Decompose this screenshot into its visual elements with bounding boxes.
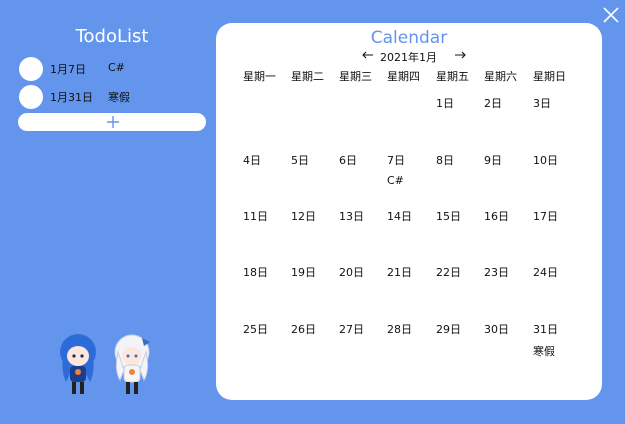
todo-date: 1月7日 [50,63,86,76]
day-number: 4日 [243,154,261,167]
day-number: 9日 [484,154,502,167]
day-number: 3日 [533,97,551,110]
day-number: 23日 [484,266,509,279]
calendar-day-cell[interactable]: 6日 [339,152,383,196]
todo-checkbox[interactable] [19,85,43,109]
weekday-header: 星期三 [339,70,372,83]
day-number: 15日 [436,210,461,223]
calendar-day-cell[interactable]: 23日 [484,264,528,308]
calendar-day-cell[interactable]: 15日 [436,208,480,252]
day-number: 18日 [243,266,268,279]
day-number: 10日 [533,154,558,167]
calendar-day-cell[interactable]: 28日 [387,321,431,365]
add-todo-button[interactable] [18,113,206,131]
calendar-day-cell[interactable]: 4日 [243,152,287,196]
weekday-header: 星期日 [533,70,566,83]
arrow-left-icon[interactable] [361,48,375,62]
calendar-day-cell[interactable]: 10日 [533,152,577,196]
weekday-header: 星期四 [387,70,420,83]
day-number: 7日 [387,154,405,167]
day-number: 22日 [436,266,461,279]
calendar-day-cell[interactable]: 30日 [484,321,528,365]
day-number: 29日 [436,323,461,336]
day-number: 16日 [484,210,509,223]
calendar-day-cell[interactable]: 8日 [436,152,480,196]
day-number: 30日 [484,323,509,336]
day-number: 26日 [291,323,316,336]
calendar-day-cell[interactable]: 22日 [436,264,480,308]
calendar-day-cell[interactable]: 13日 [339,208,383,252]
calendar-title: Calendar [370,28,448,48]
todo-text: C# [108,61,125,74]
arrow-right-icon[interactable] [453,48,467,62]
weekday-header: 星期一 [243,70,276,83]
calendar-day-cell[interactable]: 27日 [339,321,383,365]
calendar-day-cell[interactable]: 26日 [291,321,335,365]
calendar-day-cell[interactable]: 29日 [436,321,480,365]
todo-text: 寒假 [108,91,130,104]
weekday-header: 星期六 [484,70,517,83]
month-navigator: 2021年1月 [361,48,471,64]
todo-item: 1月31日 寒假 [19,85,209,109]
day-number: 17日 [533,210,558,223]
day-number: 14日 [387,210,412,223]
weekday-header: 星期五 [436,70,469,83]
day-number: 13日 [339,210,364,223]
calendar-day-cell[interactable]: 12日 [291,208,335,252]
calendar-day-cell[interactable]: 18日 [243,264,287,308]
weekday-header: 星期二 [291,70,324,83]
day-number: 31日 [533,323,558,336]
calendar-day-cell[interactable]: 24日 [533,264,577,308]
day-event: 寒假 [533,345,555,358]
calendar-day-cell[interactable]: 2日 [484,95,528,139]
calendar-day-cell[interactable]: 17日 [533,208,577,252]
month-label: 2021年1月 [380,51,437,64]
day-number: 20日 [339,266,364,279]
day-number: 28日 [387,323,412,336]
day-number: 2日 [484,97,502,110]
todo-title: TodoList [75,26,149,47]
calendar-day-cell[interactable]: 1日 [436,95,480,139]
day-number: 6日 [339,154,357,167]
calendar-day-cell[interactable]: 14日 [387,208,431,252]
day-number: 5日 [291,154,309,167]
day-number: 12日 [291,210,316,223]
mascot-illustration [56,330,166,400]
day-number: 21日 [387,266,412,279]
calendar-day-cell[interactable]: 7日 C# [387,152,431,196]
todo-item: 1月7日 C# [19,57,209,81]
calendar-day-cell[interactable]: 16日 [484,208,528,252]
calendar-day-cell[interactable]: 31日寒假 [533,321,577,365]
calendar-day-cell[interactable]: 11日 [243,208,287,252]
calendar-day-cell[interactable]: 20日 [339,264,383,308]
calendar-day-cell[interactable]: 25日 [243,321,287,365]
calendar-day-cell[interactable]: 3日 [533,95,577,139]
day-number: 11日 [243,210,268,223]
calendar-day-cell[interactable]: 9日 [484,152,528,196]
day-number: 1日 [436,97,454,110]
day-event: C# [387,174,404,187]
calendar-day-cell[interactable]: 5日 [291,152,335,196]
close-icon[interactable] [601,5,621,25]
day-number: 24日 [533,266,558,279]
day-number: 27日 [339,323,364,336]
calendar-day-cell[interactable]: 21日 [387,264,431,308]
todo-checkbox[interactable] [19,57,43,81]
plus-icon [107,116,119,128]
day-number: 25日 [243,323,268,336]
calendar-panel: Calendar 2021年1月 星期一 星期二 星期三 星期四 星期五 星期六 星期日 1… [216,23,602,400]
day-number: 8日 [436,154,454,167]
todo-date: 1月31日 [50,91,93,104]
day-number: 19日 [291,266,316,279]
calendar-day-cell[interactable]: 19日 [291,264,335,308]
